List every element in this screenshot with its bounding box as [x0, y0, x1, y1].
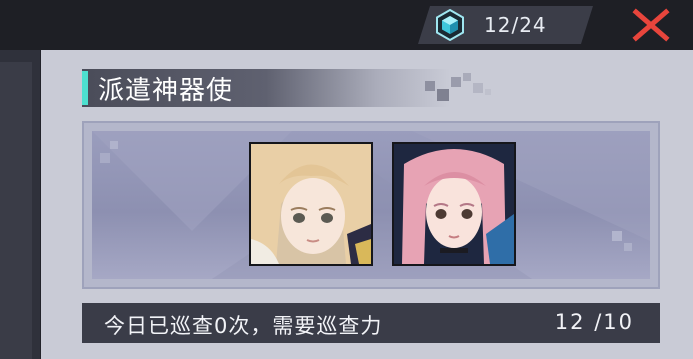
- character-portrait-1[interactable]: [249, 142, 373, 266]
- blonde-girl-portrait: [251, 144, 371, 264]
- patrol-status-text: 今日已巡查0次，需要巡查力: [104, 314, 383, 338]
- crystal-cube-icon: [434, 9, 466, 41]
- character-portrait-2[interactable]: [392, 142, 516, 266]
- title-bar: 派遣神器使: [82, 69, 450, 107]
- resource-counter: 12/24: [418, 6, 593, 44]
- patrol-status-bar: 今日已巡查0次，需要巡查力 12 /10: [82, 303, 660, 343]
- left-strip: [0, 50, 40, 359]
- title-accent: [82, 71, 88, 105]
- page-title: 派遣神器使: [98, 76, 234, 106]
- pixel-decoration: [425, 73, 491, 101]
- counter-text: 12/24: [484, 13, 547, 37]
- pink-hair-girl-portrait: [394, 144, 514, 264]
- patrol-power-count: 12 /10: [554, 310, 634, 334]
- close-icon[interactable]: [630, 4, 672, 46]
